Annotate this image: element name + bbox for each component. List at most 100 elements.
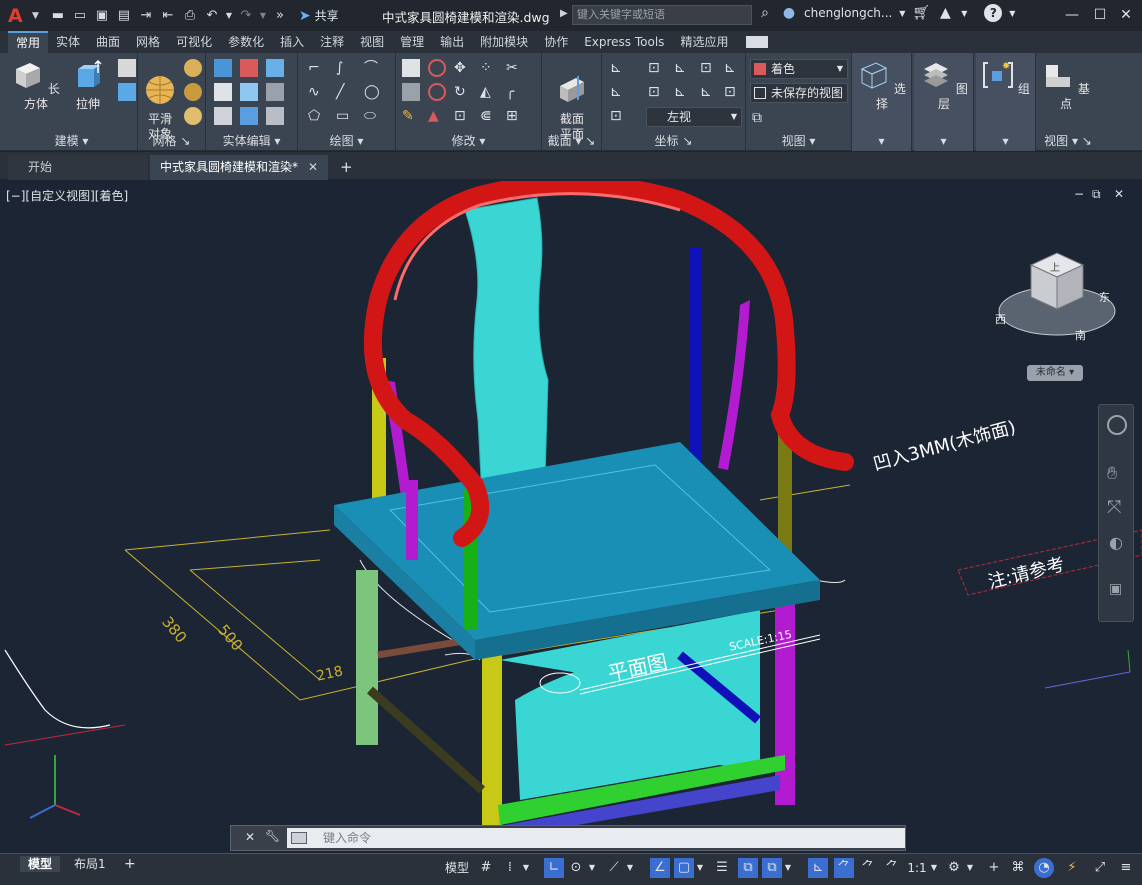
ucs-z-icon[interactable]: ⊡ bbox=[700, 59, 718, 77]
add-layout-button[interactable]: + bbox=[124, 856, 136, 872]
arc-icon[interactable]: ⌒ bbox=[364, 59, 382, 77]
viewcube-south-label[interactable]: 南 bbox=[1075, 327, 1086, 343]
ribbon-tab[interactable]: 注释 bbox=[312, 31, 352, 53]
ribbon-tab[interactable]: 管理 bbox=[392, 31, 432, 53]
ribbon-tab[interactable]: 曲面 bbox=[88, 31, 128, 53]
offset-icon[interactable]: ⋐ bbox=[480, 107, 498, 125]
array-icon[interactable]: ⁘ bbox=[480, 59, 498, 77]
mesh-split-icon[interactable] bbox=[184, 107, 202, 125]
ribbon-minimize-toggle[interactable] bbox=[746, 36, 769, 48]
orbit-icon[interactable]: ◐ bbox=[1109, 533, 1123, 552]
units-icon[interactable]: ⌘ bbox=[1008, 858, 1028, 878]
minimize-button[interactable]: — bbox=[1060, 4, 1084, 26]
share-button[interactable]: ➤ 共享 bbox=[299, 7, 339, 24]
trim-icon[interactable]: ✂ bbox=[506, 59, 524, 77]
app-dropdown-icon[interactable]: ▼ bbox=[960, 9, 968, 18]
wcs-menu[interactable]: 未命名 ▾ bbox=[1027, 365, 1083, 381]
align-icon[interactable] bbox=[402, 83, 420, 101]
cmdline-customize-icon[interactable]: 🔧︎ bbox=[265, 829, 280, 843]
ellipse-icon[interactable]: ⬭ bbox=[364, 107, 382, 125]
viewcube-west-label[interactable]: 西 bbox=[995, 311, 1006, 327]
close-button[interactable]: ✕ bbox=[1114, 4, 1138, 26]
panel-section-title[interactable]: 截面 ▾ ↘ bbox=[542, 133, 601, 149]
new-file-icon[interactable]: ▬ bbox=[48, 6, 68, 26]
fillet-edge-icon[interactable] bbox=[266, 107, 284, 125]
ucs-world-icon[interactable]: ⊡ bbox=[648, 59, 666, 77]
erase-icon[interactable]: ✎ bbox=[402, 107, 420, 125]
ucs-view-icon[interactable]: ⊾ bbox=[700, 83, 718, 101]
search-icon[interactable]: ⌕ bbox=[756, 5, 774, 21]
object-snap-tracking-icon[interactable]: ∠ bbox=[650, 858, 670, 878]
selection-cycling-icon[interactable]: ⧉ bbox=[762, 858, 782, 878]
named-view-combo[interactable]: 未保存的视图 bbox=[750, 83, 848, 103]
cmdline-close-icon[interactable]: ✕ bbox=[245, 830, 255, 844]
zoom-icon[interactable]: ⤧ bbox=[1107, 497, 1121, 518]
new-tab-button[interactable]: + bbox=[334, 155, 356, 180]
ribbon-tab[interactable]: 视图 bbox=[352, 31, 392, 53]
panel-modify-title[interactable]: 修改 ▾ bbox=[396, 133, 541, 149]
app-menu-chevron-icon[interactable]: ▼ bbox=[32, 11, 39, 21]
ucs-origin-icon[interactable]: ⊾ bbox=[724, 59, 742, 77]
circle-icon[interactable]: ◯ bbox=[364, 83, 382, 101]
ribbon-tab[interactable]: 附加模块 bbox=[472, 31, 536, 53]
hardware-acceleration-icon[interactable]: ⚡︎ bbox=[1062, 858, 1082, 878]
ucs-named-icon[interactable]: ⊡ bbox=[610, 107, 628, 125]
spline-icon[interactable]: ∿ bbox=[308, 83, 326, 101]
mirror-3d-icon[interactable] bbox=[428, 83, 446, 101]
panel-solid-editing-title[interactable]: 实体编辑 ▾ bbox=[206, 133, 297, 149]
rotate-icon[interactable]: ↻ bbox=[454, 83, 472, 101]
rotate-3d-icon[interactable] bbox=[428, 59, 446, 77]
scale-3d-icon[interactable]: ▲ bbox=[428, 107, 446, 125]
plot-icon[interactable]: ⎙ bbox=[180, 6, 200, 26]
drawing-viewport[interactable]: [−][自定义视图][着色] − ⧉ ✕ 凹入3MM(木饰面) 注:请参考 平面… bbox=[0, 181, 1142, 853]
cmdline-prompt-icon[interactable] bbox=[291, 832, 307, 844]
show-lineweight-icon[interactable]: ☰ bbox=[712, 858, 732, 878]
help-icon[interactable]: ? bbox=[984, 4, 1003, 22]
separate-icon[interactable] bbox=[266, 83, 284, 101]
subtract-icon[interactable] bbox=[240, 59, 258, 77]
base-view-button[interactable]: 基点 bbox=[1042, 59, 1090, 112]
ribbon-tab[interactable]: 可视化 bbox=[168, 31, 220, 53]
clean-screen-icon[interactable]: ⤢ bbox=[1090, 858, 1110, 878]
doc-tab-drawing[interactable]: 中式家具圆椅建模和渲染* ✕ bbox=[150, 155, 328, 180]
snap-dropdown-icon[interactable]: ▼ bbox=[520, 858, 532, 878]
viewcube-east-label[interactable]: 东 bbox=[1099, 289, 1110, 305]
viewport-config-icon[interactable]: ⧉ bbox=[752, 109, 770, 127]
title-arrow-icon[interactable]: ▶ bbox=[560, 8, 568, 19]
save-web-icon[interactable]: ⇤ bbox=[158, 6, 178, 26]
mesh-refine-icon[interactable] bbox=[184, 59, 202, 77]
ribbon-tab[interactable]: 精选应用 bbox=[672, 31, 736, 53]
search-input[interactable]: 键入关键字或短语 bbox=[572, 5, 752, 25]
isodraft-dropdown-icon[interactable]: ▼ bbox=[624, 858, 636, 878]
open-web-icon[interactable]: ⇥ bbox=[136, 6, 156, 26]
layout-tab-model[interactable]: 模型 bbox=[20, 856, 61, 872]
ucs-y-icon[interactable]: ⊾ bbox=[674, 83, 692, 101]
ucs-x-icon[interactable]: ⊾ bbox=[674, 59, 692, 77]
box-button[interactable]: 长方体 bbox=[12, 59, 60, 112]
scale-dropdown-icon[interactable]: ▼ bbox=[928, 858, 940, 878]
redo-icon[interactable]: ↷ bbox=[236, 6, 256, 26]
section-plane-button[interactable]: 截面 平面 bbox=[548, 59, 596, 142]
osnap-dropdown-icon[interactable]: ▼ bbox=[694, 858, 706, 878]
pan-icon[interactable]: ✋︎ bbox=[1107, 463, 1117, 484]
rect-array-icon[interactable]: ⊞ bbox=[506, 107, 524, 125]
ribbon-tab[interactable]: 实体 bbox=[48, 31, 88, 53]
rectangle-icon[interactable]: ▭ bbox=[336, 107, 354, 125]
ribbon-tab[interactable]: 常用 bbox=[8, 31, 49, 53]
annotation-scale-icon[interactable]: ⺈ bbox=[882, 858, 902, 878]
slice-icon[interactable] bbox=[214, 107, 232, 125]
viewcube-top-label[interactable]: 上 bbox=[1050, 259, 1060, 274]
polyline-icon[interactable]: ⌐ bbox=[308, 59, 326, 77]
panel-draw-title[interactable]: 绘图 ▾ bbox=[298, 133, 395, 149]
workspace-dropdown-icon[interactable]: ▼ bbox=[964, 858, 976, 878]
viewcube[interactable]: 上 西 南 东 bbox=[995, 251, 1120, 351]
username-label[interactable]: chenglongch... bbox=[804, 6, 892, 20]
ribbon-tab[interactable]: 协作 bbox=[536, 31, 576, 53]
ribbon-tab[interactable]: 输出 bbox=[432, 31, 472, 53]
ribbon-tab[interactable]: Express Tools bbox=[576, 31, 672, 53]
isolate-objects-icon[interactable]: ◔ bbox=[1034, 858, 1054, 878]
ribbon-tab[interactable]: 参数化 bbox=[220, 31, 272, 53]
user-dropdown-icon[interactable]: ▼ bbox=[898, 9, 906, 18]
layout-tab-1[interactable]: 布局1 bbox=[68, 856, 112, 872]
intersect-icon[interactable] bbox=[214, 83, 232, 101]
